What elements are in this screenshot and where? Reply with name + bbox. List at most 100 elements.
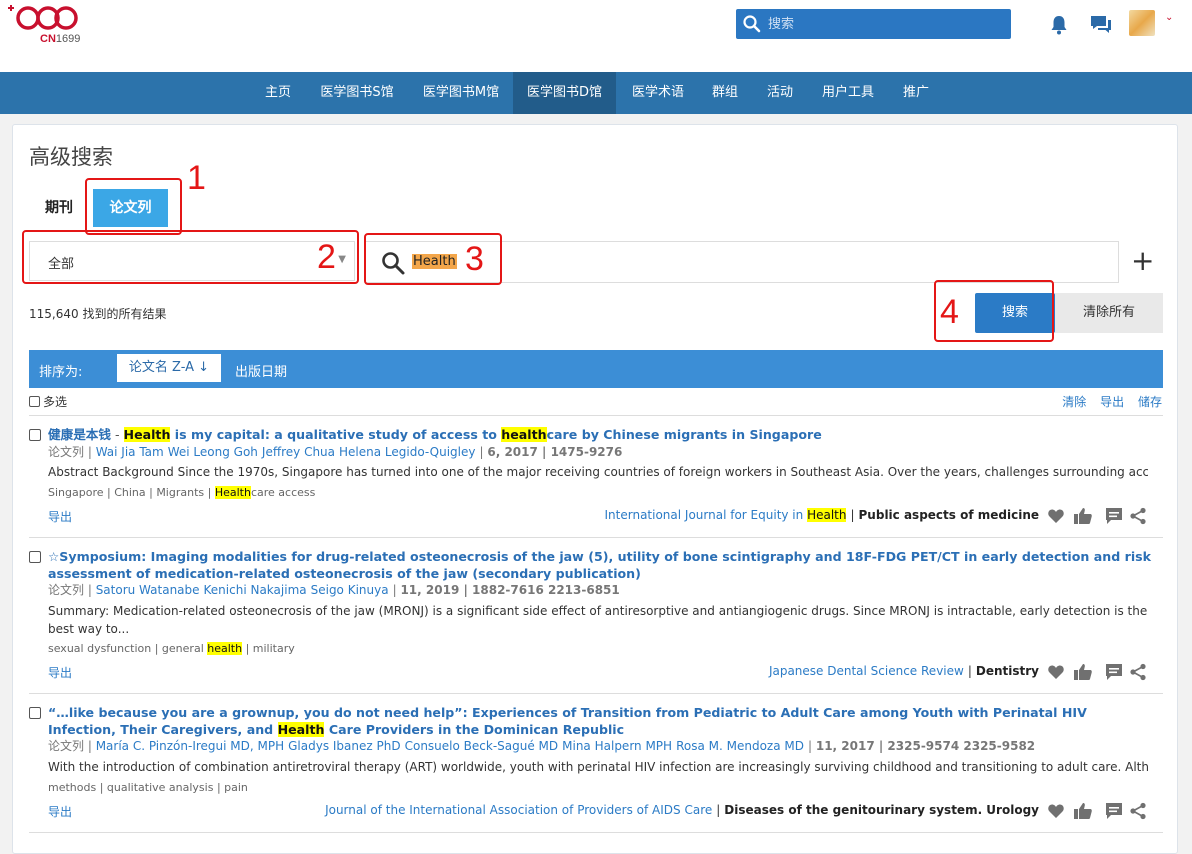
result-item: 健康是本钱 - Health is my capital: a qualitat… <box>29 426 1163 526</box>
author-link[interactable]: Wei Leong Goh <box>168 445 258 459</box>
sort-label: 排序为: <box>39 365 83 380</box>
result-title[interactable]: 健康是本钱 - Health is my capital: a qualitat… <box>48 426 1158 443</box>
result-item: “…like because you are a grownup, you do… <box>29 704 1163 834</box>
result-checkbox[interactable] <box>29 707 41 719</box>
user-avatar[interactable] <box>1129 10 1155 36</box>
share-icon[interactable] <box>1129 663 1147 681</box>
author-link[interactable]: Helena Legido-Quigley <box>339 445 475 459</box>
heart-icon[interactable] <box>1047 663 1065 681</box>
result-source: Journal of the International Association… <box>325 803 1039 817</box>
result-abstract: With the introduction of combination ant… <box>48 760 1148 774</box>
result-export-link[interactable]: 导出 <box>48 803 72 820</box>
author-link[interactable]: Satoru Watanabe <box>96 583 200 597</box>
thumbs-up-icon[interactable] <box>1073 802 1093 820</box>
chevron-down-icon: ▼ <box>338 254 346 265</box>
chevron-down-icon[interactable]: ⌄ <box>1165 12 1173 23</box>
result-title[interactable]: “…like because you are a grownup, you do… <box>48 704 1158 738</box>
nav-item-promotion[interactable]: 推广 <box>892 72 940 114</box>
result-count: 115,640 找到的所有结果 <box>29 307 167 321</box>
nav-item-home[interactable]: 主页 <box>252 72 304 114</box>
nav-item-library-m[interactable]: 医学图书M馆 <box>411 72 511 114</box>
sort-by-date[interactable]: 出版日期 <box>235 361 287 380</box>
search-field-value: 全部 <box>48 257 75 272</box>
bulk-clear-link[interactable]: 清除 <box>1062 395 1086 409</box>
clear-all-button[interactable]: 清除所有 <box>1055 293 1163 333</box>
multiselect-checkbox[interactable] <box>29 396 40 407</box>
result-keywords: methods | qualitative analysis | pain <box>48 781 248 794</box>
page-title: 高级搜索 <box>29 145 113 169</box>
author-link[interactable]: Jeffrey Chua <box>262 445 335 459</box>
search-field-select[interactable]: 全部 ▼ <box>29 241 355 281</box>
author-link[interactable]: Seigo Kinuya <box>311 583 389 597</box>
result-checkbox[interactable] <box>29 551 41 563</box>
divider <box>29 693 1163 694</box>
main-nav: 主页 医学图书S馆 医学图书M馆 医学图书D馆 医学术语 群组 活动 用户工具 … <box>0 72 1192 114</box>
divider <box>29 537 1163 538</box>
subject-label: Diseases of the genitourinary system. Ur… <box>724 803 1039 817</box>
journal-link[interactable]: Journal of the International Association… <box>325 803 712 817</box>
author-link[interactable]: Kenichi Nakajima <box>204 583 307 597</box>
global-search-box[interactable] <box>736 9 1011 39</box>
author-link[interactable]: Consuelo Beck-Sagué MD <box>405 739 559 753</box>
search-icon[interactable] <box>742 14 762 34</box>
author-link[interactable]: Mina Halpern MPH <box>562 739 672 753</box>
sort-by-title-desc[interactable]: 论文名 Z-A ↓ <box>117 354 221 382</box>
author-link[interactable]: Wai Jia Tam <box>96 445 164 459</box>
nav-item-library-d[interactable]: 医学图书D馆 <box>513 72 616 114</box>
bulk-export-link[interactable]: 导出 <box>1100 395 1124 409</box>
result-export-link[interactable]: 导出 <box>48 508 72 525</box>
comment-icon[interactable] <box>1105 802 1123 820</box>
bulk-save-link[interactable]: 储存 <box>1138 395 1162 409</box>
search-button[interactable]: 搜索 <box>975 293 1055 333</box>
bulk-actions: 清除 导出 储存 <box>1052 393 1162 410</box>
nav-item-library-s[interactable]: 医学图书S馆 <box>307 72 407 114</box>
result-abstract: Summary: Medication-related osteonecrosi… <box>48 604 1148 636</box>
nav-item-groups[interactable]: 群组 <box>700 72 750 114</box>
result-title[interactable]: ☆Symposium: Imaging modalities for drug-… <box>48 548 1158 582</box>
nav-item-terminology[interactable]: 医学术语 <box>620 72 696 114</box>
global-search-input[interactable] <box>768 13 998 35</box>
sort-bar: 排序为: 论文名 Z-A ↓ 出版日期 <box>29 350 1163 388</box>
divider <box>29 415 1163 416</box>
result-meta: 论文列 | María C. Pinzón-Iregui MD, MPH Glad… <box>48 739 1036 753</box>
result-keywords: sexual dysfunction | general health | mi… <box>48 642 295 655</box>
nav-item-user-tools[interactable]: 用户工具 <box>810 72 886 114</box>
add-condition-plus-icon[interactable]: + <box>1131 245 1154 277</box>
notification-bell-icon[interactable] <box>1049 14 1069 36</box>
multiselect-control[interactable]: 多选 <box>29 393 67 410</box>
query-text[interactable]: Health <box>412 254 457 269</box>
annotation-number-1: 1 <box>187 159 206 197</box>
annotation-number-2: 2 <box>317 238 336 276</box>
comment-icon[interactable] <box>1105 507 1123 525</box>
tab-papers[interactable]: 论文列 <box>93 189 168 227</box>
journal-link[interactable]: Japanese Dental Science Review <box>769 664 964 678</box>
result-actions <box>1047 802 1147 820</box>
result-source: Japanese Dental Science Review | Dentistry <box>768 664 1039 678</box>
heart-icon[interactable] <box>1047 802 1065 820</box>
logo-text: CN1699 <box>40 33 81 45</box>
subject-label: Public aspects of medicine <box>858 508 1039 522</box>
result-meta: 论文列 | Wai Jia Tam Wei Leong Goh Jeffrey Ch… <box>48 445 623 459</box>
thumbs-up-icon[interactable] <box>1073 663 1093 681</box>
result-meta: 论文列 | Satoru Watanabe Kenichi Nakajima Sei… <box>48 583 620 597</box>
result-export-link[interactable]: 导出 <box>48 664 72 681</box>
subject-label: Dentistry <box>975 664 1039 678</box>
journal-link[interactable]: International Journal for Equity in Heal… <box>605 508 847 522</box>
author-link[interactable]: Rosa M. Mendoza MD <box>676 739 804 753</box>
share-icon[interactable] <box>1129 802 1147 820</box>
result-checkbox[interactable] <box>29 429 41 441</box>
author-link[interactable]: María C. Pinzón-Iregui MD, MPH <box>96 739 284 753</box>
share-icon[interactable] <box>1129 507 1147 525</box>
search-icon <box>382 252 405 275</box>
nav-item-events[interactable]: 活动 <box>755 72 805 114</box>
thumbs-up-icon[interactable] <box>1073 507 1093 525</box>
comment-icon[interactable] <box>1105 663 1123 681</box>
author-link[interactable]: Gladys Ibanez PhD <box>288 739 400 753</box>
annotation-number-4: 4 <box>940 293 959 331</box>
messages-icon[interactable] <box>1089 14 1113 36</box>
annotation-number-3: 3 <box>465 240 484 278</box>
tab-journal[interactable]: 期刊 <box>33 189 85 227</box>
divider <box>29 832 1163 833</box>
result-item: ☆Symposium: Imaging modalities for drug-… <box>29 548 1163 683</box>
heart-icon[interactable] <box>1047 507 1065 525</box>
